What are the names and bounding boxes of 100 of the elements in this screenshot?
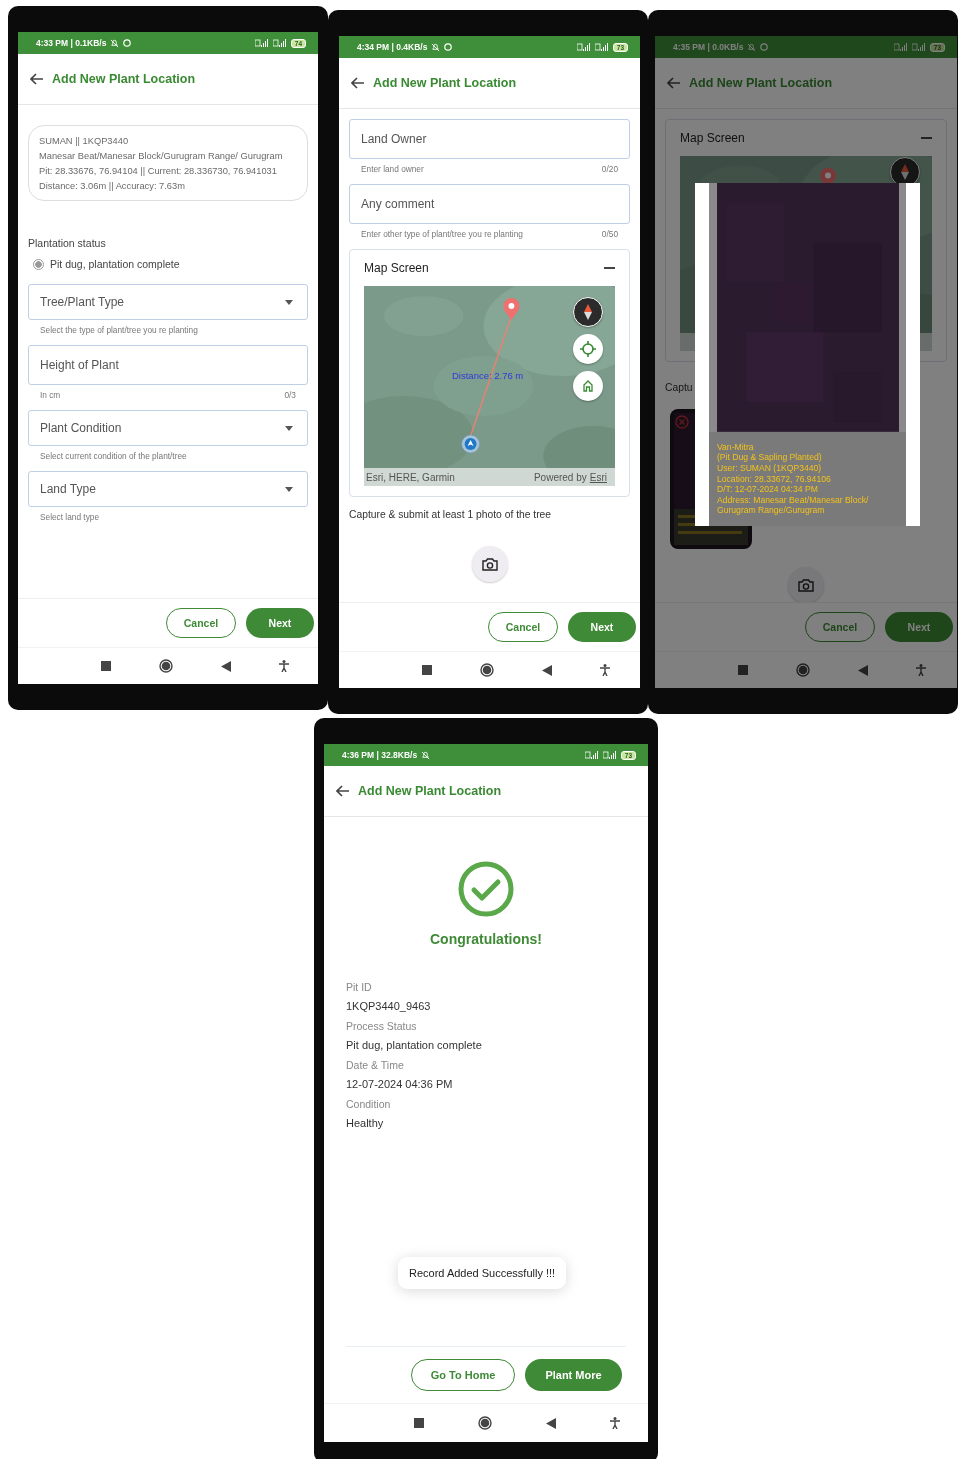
dropdown-field[interactable]: Tree/Plant Type	[28, 284, 308, 320]
success-heading: Congratulations!	[430, 931, 542, 947]
back-arrow-icon[interactable]	[667, 77, 681, 89]
back-icon[interactable]	[546, 1417, 556, 1429]
back-arrow-icon[interactable]	[336, 785, 350, 797]
info-text: Distance: 3.06m || Accuracy: 7.63m	[39, 181, 186, 191]
detail-label: Pit ID	[346, 981, 373, 993]
distance-label: Distance: 2.76 m	[452, 370, 524, 381]
input-field[interactable]: Any comment	[349, 184, 630, 224]
radio-label: Pit dug, plantation complete	[50, 258, 180, 270]
signal-icon	[254, 39, 269, 47]
caption-text: User: SUMAN (1KQP3440)	[717, 463, 823, 474]
compass-icon	[583, 304, 593, 320]
accessibility-icon[interactable]	[610, 1417, 620, 1429]
signal-icon	[584, 751, 599, 759]
status-time: 4:36 PM | 32.8KB/s	[342, 750, 418, 760]
input-field[interactable]: Height of Plant	[28, 345, 308, 385]
cancel-button[interactable]: Cancel	[805, 612, 875, 642]
pin-icon	[503, 298, 520, 320]
circle-icon	[123, 39, 132, 47]
attribution-text: Powered by	[533, 471, 587, 483]
helper-text: Select the type of plant/tree you re planting	[40, 325, 198, 335]
home-icon[interactable]	[159, 659, 173, 673]
screen-title: Add New Plant Location	[373, 76, 517, 90]
dropdown-field[interactable]: Land Type	[28, 471, 308, 507]
next-button[interactable]: Next	[568, 612, 636, 642]
back-icon[interactable]	[221, 660, 231, 672]
screen-title: Add New Plant Location	[689, 76, 833, 90]
toast-message: Record Added Successfully !!!	[398, 1257, 567, 1289]
circle-icon	[760, 43, 769, 51]
back-icon[interactable]	[858, 664, 868, 676]
caret-icon	[285, 425, 293, 431]
camera-button[interactable]	[471, 546, 508, 582]
signal-icon	[602, 751, 617, 759]
caret-icon	[285, 486, 293, 492]
detail-value: 1KQP3440_9463	[346, 1000, 432, 1012]
camera-button[interactable]	[788, 567, 824, 602]
camera-icon	[798, 578, 814, 592]
accessibility-icon[interactable]	[916, 664, 926, 676]
back-arrow-icon[interactable]	[30, 73, 44, 85]
info-text: SUMAN || 1KQP3440	[39, 136, 130, 146]
cancel-button[interactable]: Cancel	[488, 612, 558, 642]
character-counter: 0/20	[601, 164, 618, 174]
camera-icon	[481, 557, 498, 571]
home-icon[interactable]	[480, 663, 494, 677]
status-time: 4:34 PM | 0.4KB/s	[357, 42, 428, 52]
input-field[interactable]: Land Owner	[349, 119, 630, 159]
accessibility-icon[interactable]	[279, 660, 289, 672]
home-button[interactable]: Go To Home	[411, 1359, 515, 1391]
caption-text: (Pit Dug & Sapling Planted)	[717, 452, 823, 464]
home-icon[interactable]	[478, 1416, 492, 1430]
compass-icon	[900, 164, 910, 180]
character-counter: 0/3	[284, 390, 296, 400]
bell-off-icon	[431, 42, 441, 52]
check-circle-icon	[458, 861, 514, 917]
helper-text: In cm	[40, 390, 61, 400]
helper-text: Enter land owner	[361, 164, 424, 174]
crosshair-icon	[580, 341, 596, 357]
card-title: Map Screen	[364, 261, 429, 275]
radio-button[interactable]	[33, 258, 44, 270]
instruction-text: Capture & submit at least 1 photo of the tree	[349, 509, 553, 520]
signal-icon	[576, 43, 591, 51]
status-time: 4:33 PM | 0.1KB/s	[36, 38, 107, 48]
accessibility-icon[interactable]	[600, 664, 610, 676]
bell-off-icon	[110, 38, 120, 48]
detail-value: Healthy	[346, 1117, 385, 1129]
signal-icon	[594, 43, 609, 51]
status-time: 4:35 PM | 0.0KB/s	[673, 42, 744, 52]
attribution-link[interactable]: Esri	[589, 471, 607, 483]
back-icon[interactable]	[542, 664, 552, 676]
bell-off-icon	[421, 750, 431, 760]
caption-text: D/T: 12-07-2024 04:34 PM	[717, 484, 819, 495]
detail-value: 12-07-2024 04:36 PM	[346, 1078, 454, 1090]
plant-more-button[interactable]: Plant More	[525, 1359, 622, 1391]
screen-title: Add New Plant Location	[52, 72, 196, 86]
info-text: Pit: 28.33676, 76.94104 || Current: 28.336730, 76.941031	[39, 166, 278, 176]
detail-label: Condition	[346, 1098, 392, 1110]
caption-text: Address: Manesar Beat/Manesar Block/ Gurugram Range/Gurugram	[717, 494, 870, 516]
helper-text: Select land type	[40, 512, 100, 522]
caption-text: Van-Mitra	[717, 441, 755, 453]
next-button[interactable]: Next	[885, 612, 953, 642]
back-arrow-icon[interactable]	[351, 77, 365, 89]
dropdown-field[interactable]: Plant Condition	[28, 410, 308, 446]
info-text: Manesar Beat/Manesar Block/Gurugram Range/ Gurugram	[39, 151, 284, 161]
section-label: Plantation status	[28, 237, 107, 249]
house-icon	[582, 380, 594, 392]
card-title: Map Screen	[680, 131, 745, 145]
instruction-text: Captu	[665, 382, 694, 393]
signal-icon	[272, 39, 287, 47]
next-button[interactable]: Next	[246, 608, 314, 638]
detail-value: Pit dug, plantation complete	[346, 1039, 483, 1051]
character-counter: 0/50	[601, 229, 618, 239]
caret-icon	[285, 299, 293, 305]
circle-icon	[444, 43, 453, 51]
detail-label: Date & Time	[346, 1059, 405, 1071]
cancel-button[interactable]: Cancel	[166, 608, 236, 638]
caption-text: Location: 28.33672, 76.94106	[717, 473, 832, 485]
bell-off-icon	[747, 42, 757, 52]
signal-icon	[911, 43, 926, 51]
home-icon[interactable]	[796, 663, 810, 677]
